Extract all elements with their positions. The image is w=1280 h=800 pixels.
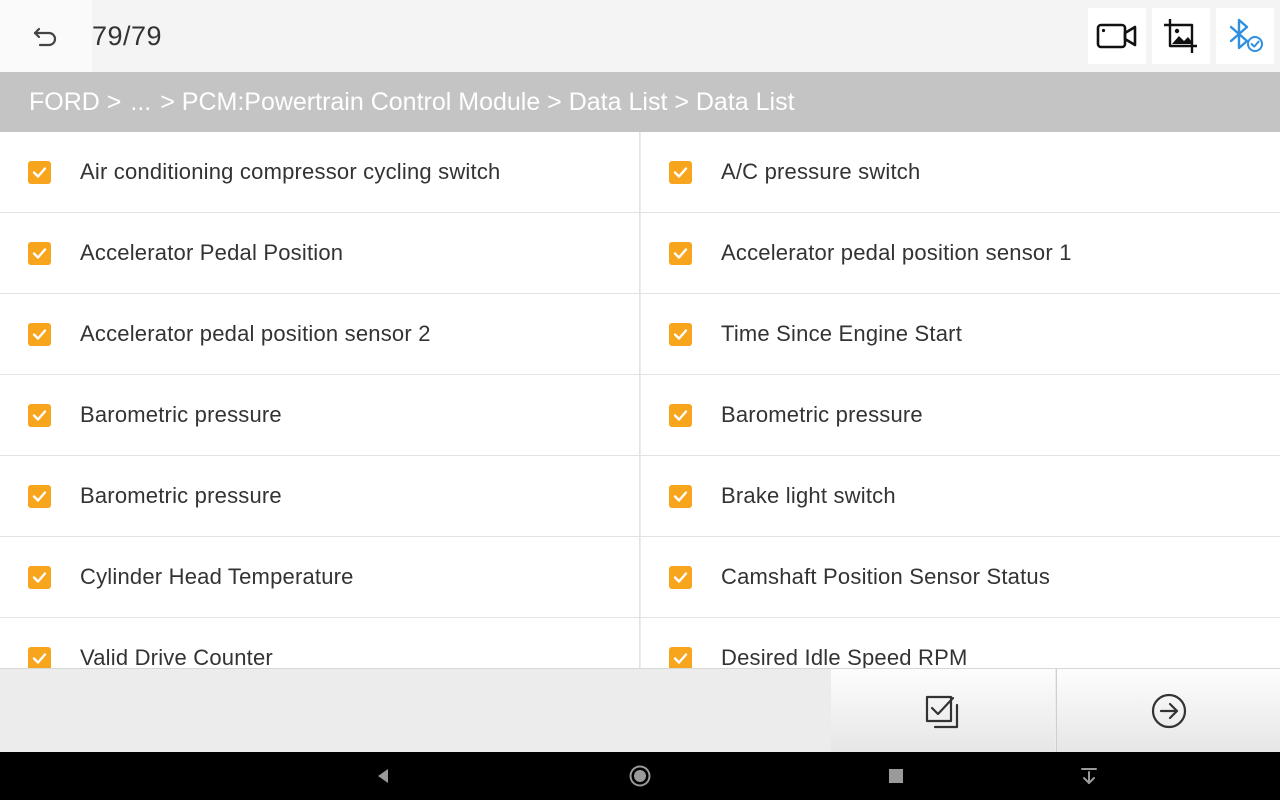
record-video-button[interactable] [1088,8,1146,64]
image-crop-icon [1164,19,1197,53]
list-item-label: Accelerator Pedal Position [80,240,344,265]
list-item-label: Barometric pressure [80,483,282,508]
list-item[interactable]: Camshaft Position Sensor Status [640,537,1280,617]
list-item[interactable]: Barometric pressure [0,456,640,536]
nav-home-button[interactable] [610,752,670,800]
checkbox-checked-icon[interactable] [28,565,51,589]
breadcrumb-path: > PCM:Powertrain Control Module > Data L… [160,87,795,116]
checkbox-checked-icon[interactable] [669,160,692,184]
header-actions [1088,0,1280,72]
list-item[interactable]: Air conditioning compressor cycling swit… [0,132,640,212]
checkbox-checked-icon[interactable] [669,241,692,265]
arrow-right-circle-icon [1151,693,1186,729]
table-row: Accelerator Pedal Position Accelerator p… [0,213,1280,294]
list-item[interactable]: Accelerator pedal position sensor 1 [640,213,1280,293]
square-recents-icon [889,769,903,783]
nav-recents-button[interactable] [866,752,926,800]
list-item-label: A/C pressure switch [721,159,921,184]
table-row: Accelerator pedal position sensor 2 Time… [0,294,1280,375]
screenshot-button[interactable] [1152,8,1210,64]
back-button[interactable] [0,0,92,72]
list-item-label: Desired Idle Speed RPM [721,645,968,668]
list-item-label: Barometric pressure [721,402,923,427]
list-item[interactable]: Brake light switch [640,456,1280,536]
checkbox-checked-icon[interactable] [669,322,692,346]
table-row: Barometric pressure Barometric pressure [0,375,1280,456]
data-list-grid: Air conditioning compressor cycling swit… [0,132,1280,668]
list-item[interactable]: Barometric pressure [0,375,640,455]
list-item-label: Valid Drive Counter [80,645,273,668]
list-item-label: Cylinder Head Temperature [80,564,354,589]
list-item-label: Accelerator pedal position sensor 2 [80,321,431,346]
checkbox-checked-icon[interactable] [28,160,51,184]
checkbox-checked-icon[interactable] [28,646,51,668]
list-item[interactable]: Accelerator Pedal Position [0,213,640,293]
checkbox-checked-icon[interactable] [669,484,692,508]
checkbox-checked-icon[interactable] [28,241,51,265]
list-item[interactable]: Barometric pressure [640,375,1280,455]
table-row: Valid Drive Counter Desired Idle Speed R… [0,618,1280,668]
breadcrumb-ellipsis[interactable]: ... [130,88,151,117]
checkbox-checked-icon[interactable] [669,403,692,427]
bluetooth-connected-icon [1229,18,1263,52]
checkbox-checked-icon[interactable] [669,646,692,668]
list-item[interactable]: Time Since Engine Start [640,294,1280,374]
list-item[interactable]: Accelerator pedal position sensor 2 [0,294,640,374]
list-item-label: Barometric pressure [80,402,282,427]
table-row: Barometric pressure Brake light switch [0,456,1280,537]
collapse-down-icon [1081,768,1097,784]
circle-home-icon [629,765,651,787]
table-row: Cylinder Head Temperature Camshaft Posit… [0,537,1280,618]
system-navigation-bar [0,752,1280,800]
table-row: Air conditioning compressor cycling swit… [0,132,1280,213]
list-item-label: Air conditioning compressor cycling swit… [80,159,501,184]
triangle-back-icon [378,769,388,783]
breadcrumb: FORD > ... > PCM:Powertrain Control Modu… [0,72,1280,132]
list-item[interactable]: Valid Drive Counter [0,618,640,668]
checkbox-checked-icon[interactable] [669,565,692,589]
top-bar: 79/79 [0,0,1280,72]
list-item[interactable]: Cylinder Head Temperature [0,537,640,617]
list-item-label: Camshaft Position Sensor Status [721,564,1051,589]
next-button[interactable] [1056,669,1280,753]
list-item-label: Time Since Engine Start [721,321,963,346]
nav-back-button[interactable] [353,752,413,800]
bluetooth-status-button[interactable] [1216,8,1274,64]
breadcrumb-root[interactable]: FORD > [29,88,121,117]
checkbox-checked-icon[interactable] [28,484,51,508]
item-counter: 79/79 [92,20,163,51]
back-arrow-icon [33,27,57,47]
list-item[interactable]: A/C pressure switch [640,132,1280,212]
list-item-label: Brake light switch [721,483,896,508]
list-item-label: Accelerator pedal position sensor 1 [721,240,1072,265]
select-all-button[interactable] [831,669,1055,753]
app-window: 79/79 FORD > ... > PCM:Powertrain Contro… [0,0,1280,800]
checkbox-checked-icon[interactable] [28,322,51,346]
check-square-icon [925,695,959,729]
bottom-action-bar [0,668,1280,753]
checkbox-checked-icon[interactable] [28,403,51,427]
nav-hide-bar-button[interactable] [1059,752,1119,800]
list-item[interactable]: Desired Idle Speed RPM [640,618,1280,668]
video-camera-icon [1096,23,1137,49]
